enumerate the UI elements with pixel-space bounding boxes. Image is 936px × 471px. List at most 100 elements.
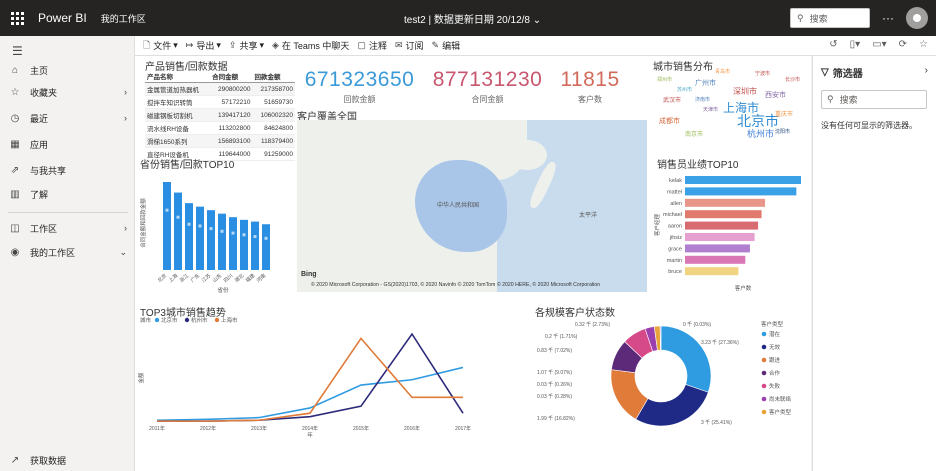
legend-label[interactable]: 北京市 [161, 316, 178, 324]
app-launcher-icon[interactable] [8, 9, 26, 27]
legend-label[interactable]: 潜在 [769, 330, 781, 338]
bar[interactable] [685, 221, 759, 230]
legend-label[interactable]: 无效 [769, 343, 781, 351]
city-wordcloud[interactable]: 上海市 北京市 杭州市 深圳市 西安市 成都市 广州市 南京市 武汉市 重庆市 天津市 苏州市 长沙市郑… [655, 68, 809, 148]
sidebar-item-5[interactable]: ▥ 了解 [0, 184, 135, 204]
bar[interactable] [163, 182, 171, 270]
kpi-card[interactable]: 671323650 回款金额 [297, 68, 422, 105]
bar[interactable] [685, 244, 750, 253]
wordcloud-word[interactable]: 重庆市 [775, 112, 793, 118]
more-options-icon[interactable]: ··· [882, 11, 894, 25]
trend-line-chart[interactable]: 城市 北京市 杭州市 上海市金额 2011年 2012年 2013年 2014年 2015年 20… [135, 314, 475, 439]
table-row[interactable]: 搅拌车知识转筒 57172210 51659730 [145, 95, 295, 109]
bar[interactable] [685, 233, 755, 241]
kpi-card[interactable]: 11815 客户数 [555, 68, 625, 105]
wordcloud-word[interactable]: 南京市 [685, 132, 703, 138]
wordcloud-word[interactable]: 沈阳市 [775, 130, 790, 135]
bar[interactable] [196, 206, 204, 270]
report-title[interactable]: test2 | 数据更新日期 20/12/8 ⌄ [404, 11, 541, 26]
customer-map[interactable]: 中华人民共和国 太平洋 Bing © 2020 Microsoft Corpor… [297, 120, 647, 292]
chevron-icon[interactable]: › [124, 223, 127, 233]
app-name[interactable]: Power BI [38, 11, 87, 25]
table-row[interactable]: 滑梯1650系列 156893100 118379400 [145, 134, 295, 148]
bar[interactable] [685, 210, 762, 219]
bar[interactable] [685, 198, 766, 207]
wordcloud-word[interactable]: 长沙市 [785, 78, 800, 83]
chevron-icon[interactable]: › [124, 87, 127, 97]
bar[interactable] [240, 219, 248, 270]
sidebar-item-4[interactable]: ⇗ 与我共享 [0, 160, 135, 180]
toolbar-mail-button[interactable]: ✉ 订阅 [395, 39, 424, 52]
bar[interactable] [174, 192, 182, 270]
legend-label[interactable]: 尚未联络 [769, 395, 792, 403]
chevron-icon[interactable]: ⌄ [119, 247, 127, 258]
toolbar-teams-button[interactable]: ◈ 在 Teams 中聊天 [272, 39, 349, 52]
wordcloud-word[interactable]: 杭州市 [747, 130, 774, 139]
toolbar-file-button[interactable]: 🗋 文件 ▾ [143, 38, 178, 54]
sidebar-item-7[interactable]: ◉ 我的工作区 ⌄ [0, 242, 135, 262]
wordcloud-word[interactable]: 广州市 [695, 80, 716, 87]
sidebar-item-2[interactable]: ◷ 最近 › [0, 108, 135, 128]
refresh-icon[interactable]: ⟳ [899, 39, 907, 50]
bar[interactable] [218, 213, 226, 270]
table-header-cell[interactable]: 产品名称 [145, 70, 211, 83]
breadcrumb-workspace[interactable]: 我的工作区 [101, 12, 146, 25]
wordcloud-word[interactable]: 天津市 [703, 108, 718, 113]
wordcloud-word[interactable]: 济南市 [695, 98, 710, 103]
bar[interactable] [685, 176, 801, 184]
donut-slice[interactable] [660, 325, 712, 393]
table-row[interactable]: 磁建钢板切割机 139417120 106002320 [145, 108, 295, 122]
wordcloud-word[interactable]: 青岛市 [715, 70, 730, 75]
legend-label[interactable]: 失败 [769, 382, 781, 390]
legend-label[interactable]: 杭州市 [191, 316, 208, 324]
favorite-icon[interactable]: ☆ [919, 39, 928, 50]
sidebar-item-1[interactable]: ☆ 收藏夹 › [0, 82, 135, 102]
kpi-card[interactable]: 877131230 合同金额 [425, 68, 550, 105]
wordcloud-word[interactable]: 西安市 [765, 92, 786, 99]
donut-slice[interactable] [635, 384, 709, 427]
collapse-pane-icon[interactable]: › [925, 65, 928, 76]
bookmark-icon[interactable]: ▯▾ [850, 39, 861, 50]
hamburger-menu-icon[interactable]: ☰ [12, 44, 23, 58]
bar[interactable] [685, 187, 797, 196]
bar[interactable] [229, 217, 237, 270]
wordcloud-word[interactable]: 北京市 [737, 114, 779, 128]
wordcloud-word[interactable]: 深圳市 [733, 88, 757, 96]
wordcloud-word[interactable]: 成都市 [659, 118, 680, 125]
sidebar-item-0[interactable]: ⌂ 主页 [0, 60, 135, 80]
legend-label[interactable]: 客户类型 [769, 408, 792, 416]
sidebar-item-3[interactable]: ▦ 应用 [0, 134, 135, 154]
wordcloud-word[interactable]: 苏州市 [677, 88, 692, 93]
donut-slice[interactable] [659, 325, 662, 351]
get-data-link[interactable]: ↗ 获取数据 [0, 450, 135, 470]
avatar[interactable] [906, 7, 928, 29]
toolbar-comment-button[interactable]: ▢ 注释 [357, 39, 387, 52]
table-header-cell[interactable]: 合同金额 [210, 70, 253, 83]
table-header-cell[interactable]: 回款金额 [252, 70, 295, 83]
bar[interactable] [251, 221, 259, 270]
chevron-icon[interactable]: › [124, 113, 127, 123]
table-row[interactable]: 流水线RH设备 113202800 84624800 [145, 121, 295, 135]
toolbar-share-button[interactable]: ⇪ 共享 ▾ [229, 39, 264, 52]
sidebar-item-6[interactable]: ◫ 工作区 › [0, 218, 135, 238]
legend-label[interactable]: 上海市 [221, 316, 238, 324]
wordcloud-word[interactable]: 武汉市 [663, 98, 681, 104]
bar[interactable] [685, 255, 746, 264]
bar[interactable] [207, 210, 215, 270]
toolbar-edit-button[interactable]: ✎ 编辑 [432, 39, 461, 52]
toolbar-export-button[interactable]: ↦ 导出 ▾ [186, 39, 221, 52]
global-search-input[interactable]: ⚲ 搜索 [790, 8, 870, 28]
salesman-bar-chart[interactable]: 客户经理 kelak mattel allen michael aaron jihsiz gr… [651, 170, 811, 294]
reset-icon[interactable]: ↺ [829, 39, 837, 50]
bar[interactable] [262, 224, 270, 270]
wordcloud-word[interactable]: 宁波市 [755, 72, 770, 77]
wordcloud-word[interactable]: 郑州市 [657, 78, 672, 83]
product-table[interactable]: 产品名称 合同金额 回款金额 金属管道加热器机 290800200 217358700 搅… [145, 70, 295, 161]
legend-label[interactable]: 跟进 [769, 356, 781, 364]
filter-search-input[interactable]: ⚲ 搜索 [821, 90, 927, 109]
province-bar-chart[interactable]: 合同金额和回款金额北京 上海 浙江 广东 江苏 山东 四川 湖北 福建 河南省份 [135, 168, 295, 296]
customer-status-donut[interactable]: 3.23 千 (27.36%) 3 千 (25.41%) 1.99 千 (16.82… [533, 318, 803, 438]
table-row[interactable]: 金属管道加热器机 290800200 217358700 [145, 82, 295, 96]
view-icon[interactable]: ▭▾ [872, 39, 886, 50]
legend-label[interactable]: 合作 [769, 369, 781, 377]
